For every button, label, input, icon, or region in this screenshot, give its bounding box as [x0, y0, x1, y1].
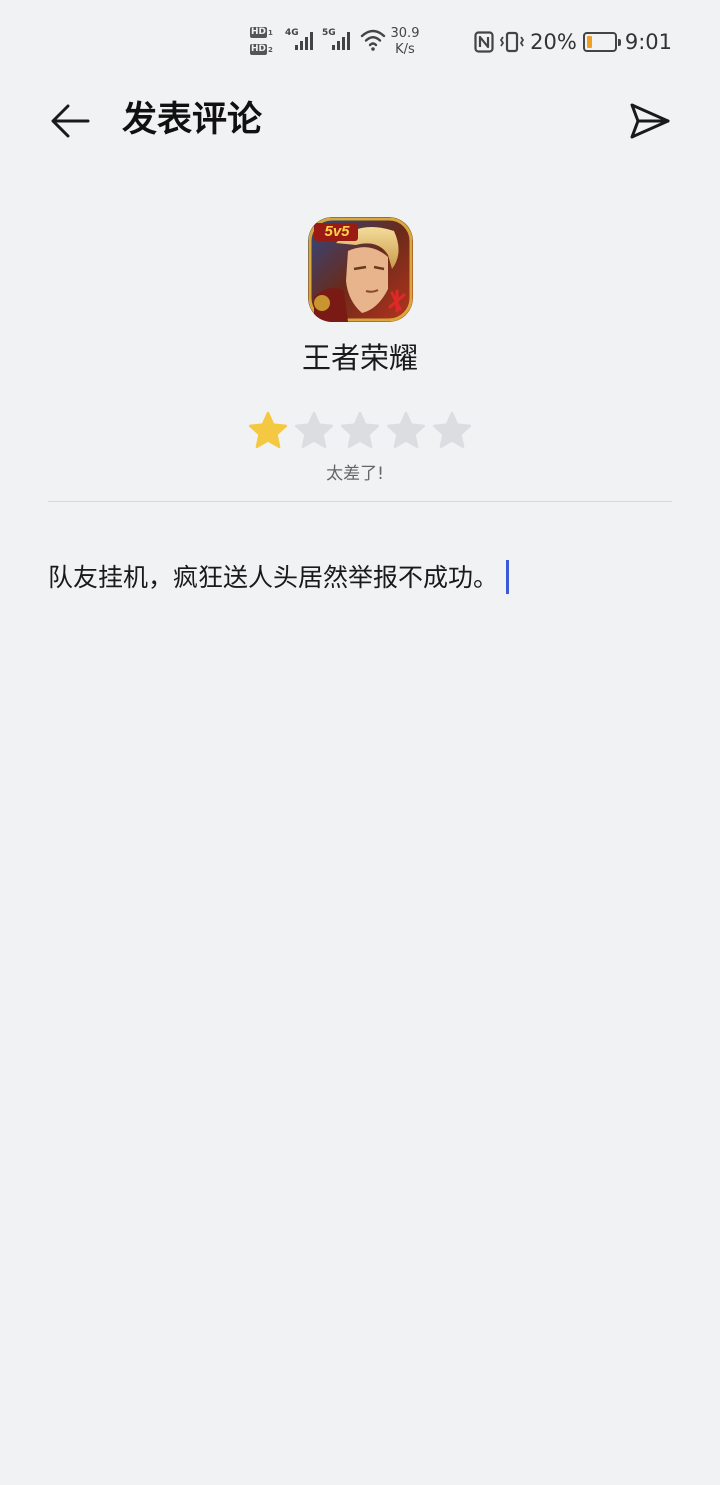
screen: HD 1 HD 2 4G 5G 30.9 K/s 20% 9:01 发表评论 5… [0, 0, 720, 1485]
star-5-empty-icon[interactable] [432, 408, 472, 452]
nfc-icon [474, 31, 494, 53]
star-1-filled-icon[interactable] [248, 408, 288, 452]
wifi-icon [360, 29, 386, 51]
send-icon [630, 103, 670, 139]
status-bar: HD 1 HD 2 4G 5G 30.9 K/s 20% 9:01 [0, 0, 720, 82]
signal-icon: 4G [285, 28, 319, 52]
send-button[interactable] [626, 98, 674, 144]
text-caret [506, 560, 510, 594]
battery-icon [582, 32, 621, 52]
app-name: 王者荣耀 [301, 341, 418, 375]
star-rating [248, 408, 472, 454]
star-4-empty-icon[interactable] [386, 408, 426, 452]
star-3-empty-icon[interactable] [340, 408, 380, 452]
hd-call-indicator: HD 1 HD 2 [250, 27, 273, 55]
comment-text: 队友挂机，疯狂送人头居然举报不成功。 [48, 563, 499, 592]
battery-level [586, 36, 592, 48]
signal-icon-2: 5G [322, 28, 356, 52]
app-icon: 5v5 [308, 217, 413, 322]
rating-label: 太差了! [326, 464, 384, 484]
app-icon-badge: 5v5 [324, 223, 350, 240]
back-button[interactable] [46, 98, 94, 144]
network-speed: 30.9 K/s [390, 26, 420, 57]
hd2-badge: HD [250, 44, 268, 55]
clock: 9:01 [624, 30, 672, 54]
hd1-badge: HD [250, 27, 268, 38]
divider [48, 501, 672, 502]
comment-input[interactable]: 队友挂机，疯狂送人头居然举报不成功。 [48, 556, 672, 1456]
status-right-group: 20% 9:01 [474, 28, 672, 56]
page-title: 发表评论 [122, 100, 263, 140]
star-2-empty-icon[interactable] [294, 408, 334, 452]
vibrate-icon [500, 31, 525, 53]
arrow-left-icon [51, 104, 90, 138]
battery-percent: 20% [530, 30, 577, 54]
